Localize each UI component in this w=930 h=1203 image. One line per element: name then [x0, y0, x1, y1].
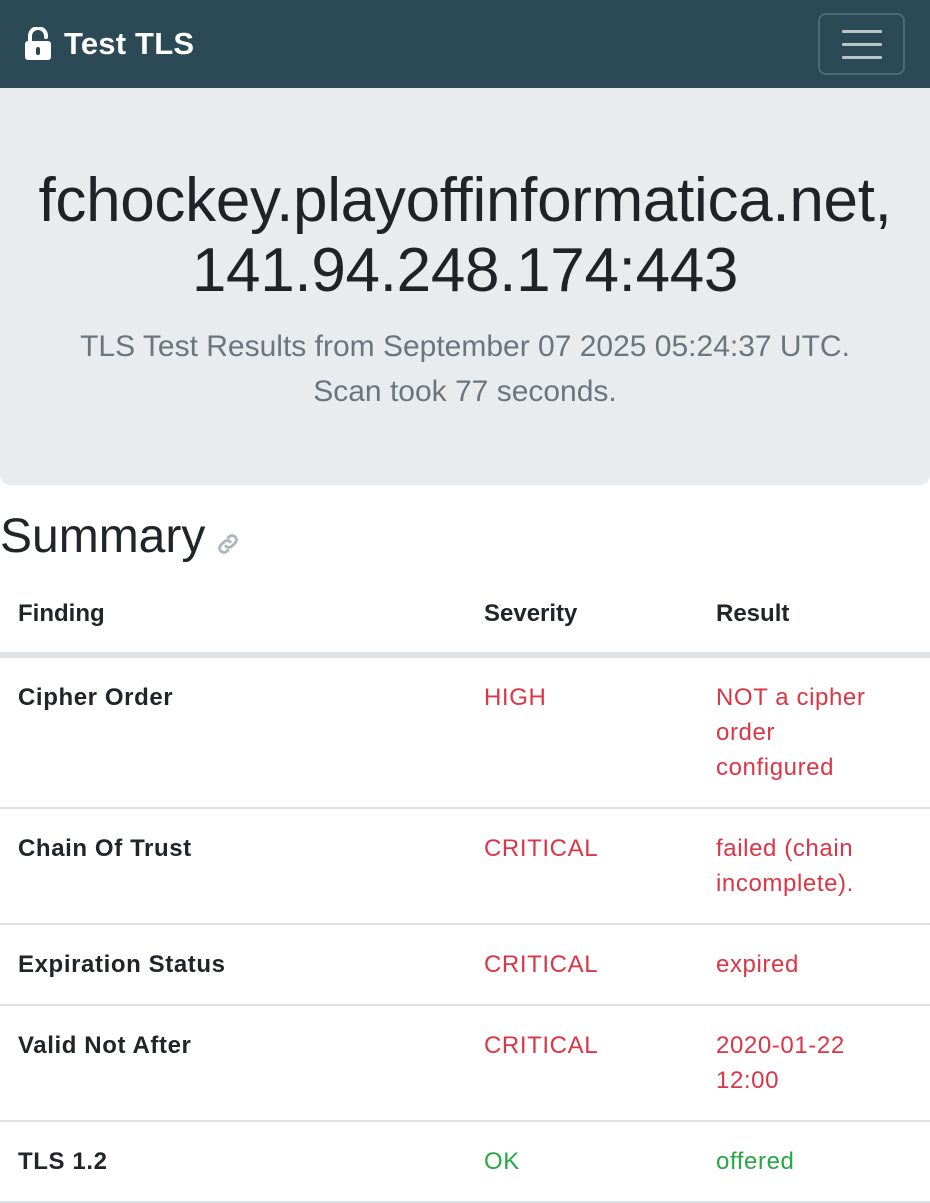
column-header-finding: Finding [0, 578, 466, 658]
table-row: Valid Not After CRITICAL 2020-01-22 12:0… [0, 1005, 930, 1122]
severity-cell: CRITICAL [466, 1005, 698, 1122]
hamburger-menu-icon [842, 30, 882, 33]
scan-timestamp: TLS Test Results from September 07 2025 … [80, 330, 850, 363]
table-header-row: Finding Severity Result [0, 578, 930, 658]
scan-duration: Scan took 77 seconds. [313, 375, 617, 408]
table-row: Expiration Status CRITICAL expired [0, 924, 930, 1006]
hamburger-menu-icon-bar [842, 43, 882, 46]
summary-table: Finding Severity Result Cipher Order HIG… [0, 578, 930, 1203]
result-cell: failed (chain incomplete). [698, 808, 930, 925]
column-header-result: Result [698, 578, 930, 658]
hamburger-menu-icon-bar [842, 56, 882, 59]
lock-open-icon [25, 27, 51, 60]
brand-title: Test TLS [64, 26, 195, 61]
finding-cell: Chain Of Trust [0, 808, 466, 925]
brand-link[interactable]: Test TLS [24, 22, 194, 66]
link-icon[interactable] [215, 531, 241, 557]
column-header-severity: Severity [466, 578, 698, 658]
menu-toggle-button[interactable] [818, 13, 905, 75]
navbar: Test TLS [0, 0, 930, 88]
summary-heading: Summary [0, 505, 241, 569]
host-address: 141.94.248.174:443 [191, 236, 739, 305]
finding-cell: Cipher Order [0, 655, 466, 809]
severity-cell: OK [466, 1121, 698, 1203]
finding-cell: Valid Not After [0, 1005, 466, 1122]
host-name: fchockey.playoffinformatica.net, [38, 166, 892, 235]
finding-cell: TLS 1.2 [0, 1121, 466, 1203]
result-cell: offered [698, 1121, 930, 1203]
result-cell: NOT a cipher order configured [698, 655, 930, 809]
table-row: Chain Of Trust CRITICAL failed (chain in… [0, 808, 930, 925]
result-cell: 2020-01-22 12:00 [698, 1005, 930, 1122]
page-title: fchockey.playoffinformatica.net, 141.94.… [0, 166, 930, 306]
summary-title: Summary [0, 510, 206, 563]
finding-cell: Expiration Status [0, 924, 466, 1006]
results-header: fchockey.playoffinformatica.net, 141.94.… [0, 88, 930, 485]
severity-cell: CRITICAL [466, 924, 698, 1006]
table-row: Cipher Order HIGH NOT a cipher order con… [0, 655, 930, 809]
severity-cell: CRITICAL [466, 808, 698, 925]
severity-cell: HIGH [466, 655, 698, 809]
result-cell: expired [698, 924, 930, 1006]
scan-info: TLS Test Results from September 07 2025 … [0, 324, 930, 414]
table-row: TLS 1.2 OK offered [0, 1121, 930, 1203]
